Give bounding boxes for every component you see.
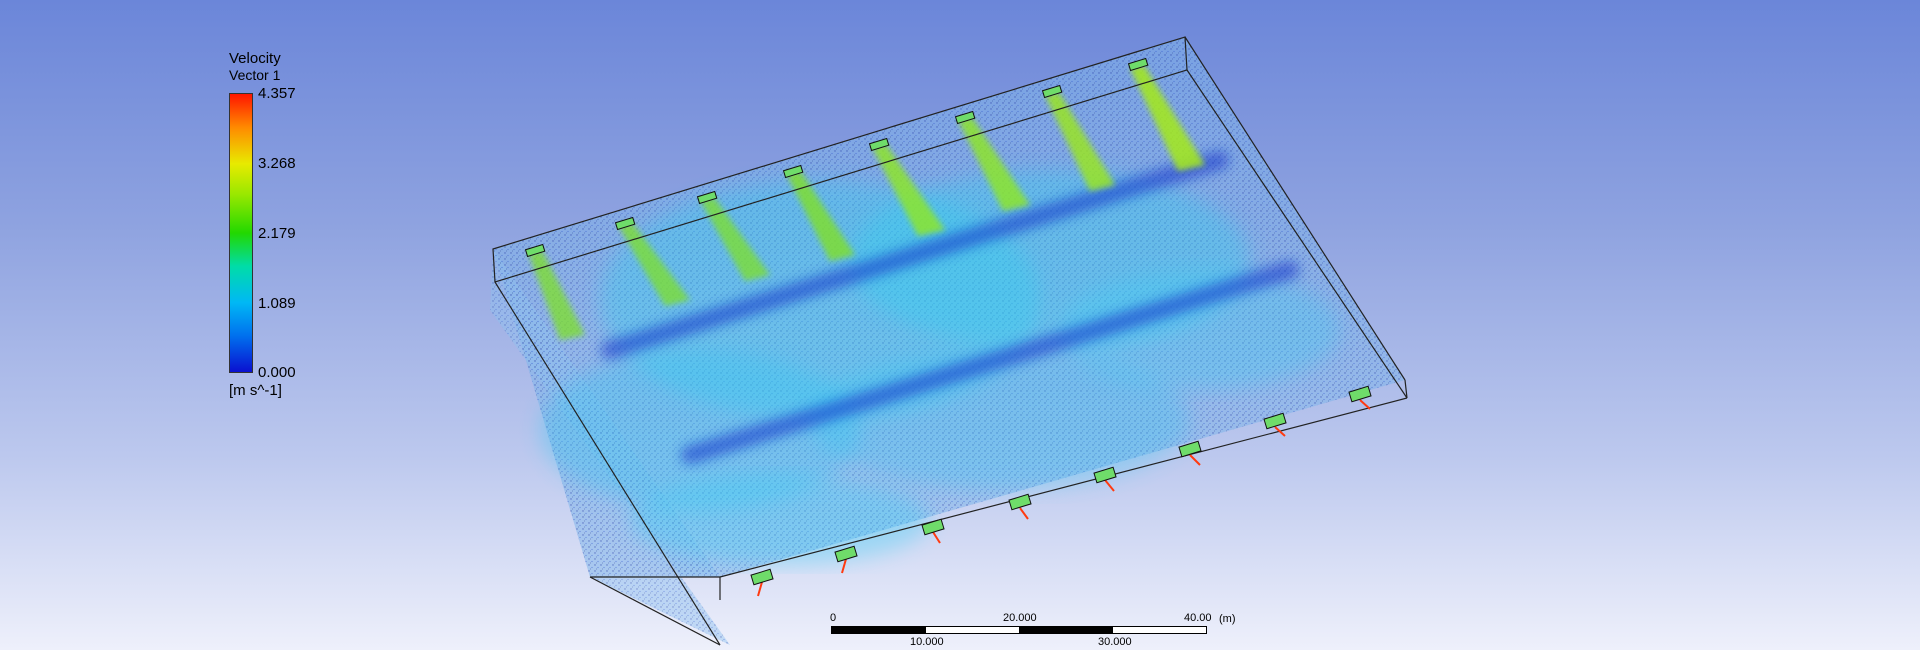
scale-bar: 0 20.000 40.00 (m) 10.000 30.000: [830, 612, 1236, 650]
scale-unit: (m): [1219, 613, 1236, 625]
scale-label-0: 0: [830, 612, 837, 624]
scale-bar-graphic: [831, 626, 1207, 634]
scale-label-10: 10.000: [910, 636, 944, 648]
scale-label-30: 30.000: [1098, 636, 1132, 648]
scale-label-20: 20.000: [1003, 612, 1037, 624]
scale-label-40: 40.00: [1184, 612, 1212, 624]
cfd-velocity-vector-view[interactable]: [0, 0, 1920, 650]
